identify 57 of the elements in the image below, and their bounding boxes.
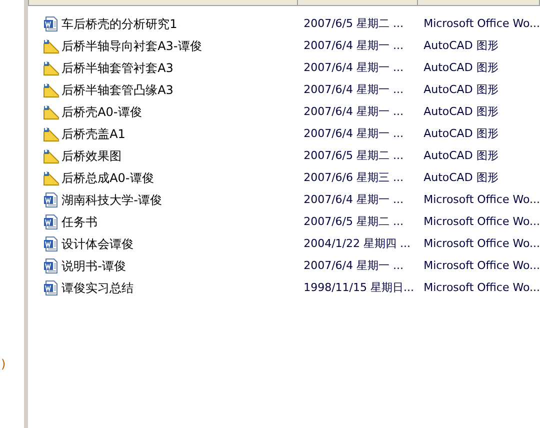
file-name[interactable]: 谭俊实习总结 [62, 279, 134, 297]
drawing-file-icon [42, 104, 59, 120]
file-type: AutoCAD 图形 [422, 126, 500, 142]
date-modified: 2007/6/4 星期一 ... [302, 126, 404, 142]
file-name[interactable]: 后桥半轴导向衬套A3-谭俊 [62, 37, 202, 55]
date-modified: 2007/6/4 星期一 ... [302, 192, 404, 208]
file-type: AutoCAD 图形 [422, 60, 500, 76]
date-modified: 2007/6/5 星期二 ... [302, 16, 404, 32]
date-modified: 2007/6/4 星期一 ... [302, 60, 404, 76]
file-name[interactable]: 后桥壳盖A1 [62, 125, 126, 143]
drawing-file-icon [42, 126, 59, 142]
tree-label: ) [0, 356, 6, 372]
file-name[interactable]: 后桥总成A0-谭俊 [62, 169, 154, 187]
file-type: AutoCAD 图形 [422, 170, 500, 186]
file-name[interactable]: 设计体会谭俊 [62, 235, 134, 253]
date-modified: 2007/6/4 星期一 ... [302, 104, 404, 120]
file-type: AutoCAD 图形 [422, 82, 500, 98]
drawing-file-icon [42, 60, 59, 76]
document-icon [42, 258, 59, 274]
file-type: Microsoft Office Wo... [422, 192, 540, 208]
document-icon [42, 214, 59, 230]
file-type: Microsoft Office Wo... [422, 236, 540, 252]
date-modified: 2007/6/4 星期一 ... [302, 82, 404, 98]
file-name[interactable]: 后桥半轴套管衬套A3 [62, 59, 174, 77]
file-name[interactable]: 后桥效果图 [62, 147, 122, 165]
drawing-file-icon [42, 82, 59, 98]
date-modified: 2007/6/5 星期二 ... [302, 148, 404, 164]
file-name[interactable]: 湖南科技大学-谭俊 [62, 191, 162, 209]
drawing-file-icon [42, 38, 59, 54]
column-header[interactable] [28, 0, 298, 6]
column-header[interactable] [298, 0, 418, 6]
date-modified: 1998/11/15 星期日... [302, 280, 415, 296]
splitter[interactable] [24, 0, 28, 428]
file-name[interactable]: 后桥壳A0-谭俊 [62, 103, 142, 121]
document-icon [42, 280, 59, 296]
date-modified: 2007/6/4 星期一 ... [302, 38, 404, 54]
drawing-file-icon [42, 170, 59, 186]
file-type: Microsoft Office Wo... [422, 258, 540, 274]
file-name[interactable]: 后桥半轴套管凸缘A3 [62, 81, 174, 99]
date-modified: 2007/6/4 星期一 ... [302, 258, 404, 274]
file-name[interactable]: 车后桥壳的分析研究1 [62, 15, 178, 33]
file-type: Microsoft Office Wo... [422, 16, 540, 32]
file-type: AutoCAD 图形 [422, 104, 500, 120]
date-modified: 2007/6/5 星期二 ... [302, 214, 404, 230]
file-name[interactable]: 任务书 [62, 213, 98, 231]
drawing-file-icon [42, 148, 59, 164]
file-type: AutoCAD 图形 [422, 38, 500, 54]
document-icon [42, 236, 59, 252]
file-type: AutoCAD 图形 [422, 148, 500, 164]
column-header[interactable] [418, 0, 540, 6]
date-modified: 2007/6/6 星期三 ... [302, 170, 404, 186]
document-icon [42, 192, 59, 208]
file-name[interactable]: 说明书-谭俊 [62, 257, 126, 275]
document-icon [42, 16, 59, 32]
file-type: Microsoft Office Wo... [422, 214, 540, 230]
date-modified: 2004/1/22 星期四 ... [302, 236, 412, 252]
file-type: Microsoft Office Wo... [422, 280, 540, 296]
